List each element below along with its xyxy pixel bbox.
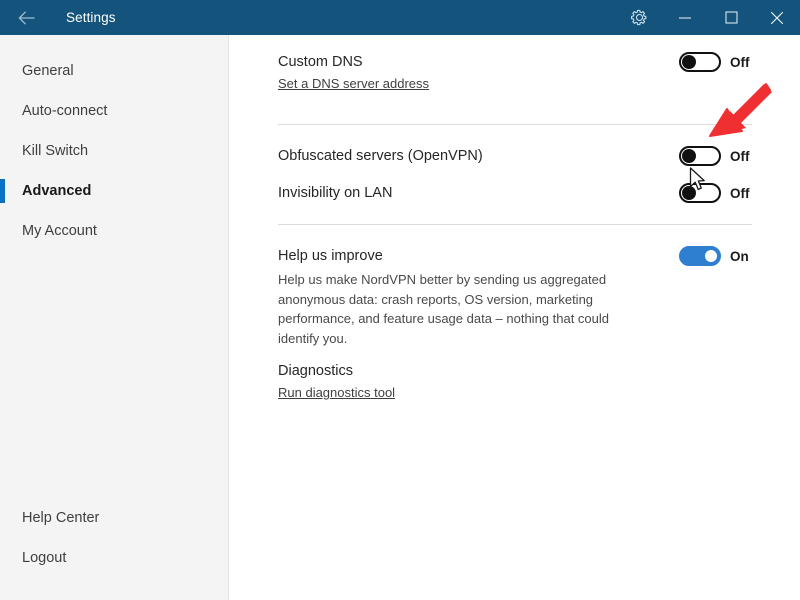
toggle-knob (682, 186, 696, 200)
obfuscated-servers-toggle[interactable]: Off (679, 146, 752, 166)
setting-row-obfuscated-servers: Obfuscated servers (OpenVPN) Off (278, 146, 752, 166)
sidebar-item-general[interactable]: General (0, 51, 229, 91)
diagnostics-title: Diagnostics (278, 363, 353, 379)
sidebar-nav-list: General Auto-connect Kill Switch Advance… (0, 51, 229, 251)
obfuscated-servers-title: Obfuscated servers (OpenVPN) (278, 148, 483, 164)
settings-gear-button[interactable] (616, 0, 662, 35)
custom-dns-title: Custom DNS (278, 54, 363, 70)
gear-icon (630, 8, 649, 27)
sidebar-item-label: Auto-connect (22, 103, 108, 119)
setting-row-diagnostics: Diagnostics Run diagnostics tool (278, 361, 752, 402)
setting-row-invisibility-on-lan: Invisibility on LAN Off (278, 183, 752, 203)
setting-row-custom-dns: Custom DNS Set a DNS server address Off (278, 52, 752, 93)
help-us-improve-switch[interactable] (679, 246, 721, 266)
invisibility-on-lan-state: Off (730, 185, 750, 201)
obfuscated-servers-switch[interactable] (679, 146, 721, 166)
invisibility-on-lan-text: Invisibility on LAN (278, 183, 392, 203)
custom-dns-switch[interactable] (679, 52, 721, 72)
custom-dns-state: Off (730, 54, 750, 70)
toggle-knob (682, 149, 696, 163)
invisibility-on-lan-toggle[interactable]: Off (679, 183, 752, 203)
obfuscated-servers-state: Off (730, 148, 750, 164)
title-bar: Settings (0, 0, 800, 35)
invisibility-on-lan-switch[interactable] (679, 183, 721, 203)
sidebar-item-kill-switch[interactable]: Kill Switch (0, 131, 229, 171)
custom-dns-toggle[interactable]: Off (679, 52, 752, 72)
sidebar-footer-label: Logout (22, 550, 67, 566)
sidebar-footer: Help Center Logout (0, 498, 229, 578)
toggle-knob (705, 250, 717, 262)
sidebar-footer-label: Help Center (22, 510, 100, 526)
obfuscated-servers-text: Obfuscated servers (OpenVPN) (278, 146, 483, 166)
sidebar-item-label: Advanced (22, 183, 92, 199)
back-button[interactable] (10, 0, 44, 35)
help-us-improve-state: On (730, 248, 749, 264)
help-us-improve-toggle[interactable]: On (679, 246, 752, 266)
maximize-button[interactable] (708, 0, 754, 35)
minimize-icon (678, 11, 692, 25)
sidebar: General Auto-connect Kill Switch Advance… (0, 35, 229, 600)
maximize-icon (724, 11, 738, 24)
help-us-improve-title: Help us improve (278, 248, 383, 264)
sidebar-item-advanced[interactable]: Advanced (0, 171, 229, 211)
back-arrow-icon (18, 11, 36, 25)
window-title: Settings (66, 10, 116, 25)
run-diagnostics-tool-link[interactable]: Run diagnostics tool (278, 385, 395, 400)
setting-row-help-us-improve: Help us improve Help us make NordVPN bet… (278, 246, 752, 348)
diagnostics-text: Diagnostics Run diagnostics tool (278, 361, 395, 402)
help-us-improve-description: Help us make NordVPN better by sending u… (278, 272, 610, 346)
sidebar-item-my-account[interactable]: My Account (0, 211, 229, 251)
settings-content: Custom DNS Set a DNS server address Off … (230, 35, 800, 600)
sidebar-item-label: Kill Switch (22, 143, 89, 159)
sidebar-item-label: My Account (22, 223, 97, 239)
close-icon (770, 11, 784, 25)
sidebar-item-help-center[interactable]: Help Center (0, 498, 229, 538)
sidebar-item-logout[interactable]: Logout (0, 538, 229, 578)
settings-window: Settings General Auto-connect Kill Switc… (0, 0, 800, 600)
help-us-improve-text: Help us improve Help us make NordVPN bet… (278, 246, 650, 348)
toggle-knob (682, 55, 696, 69)
custom-dns-text: Custom DNS Set a DNS server address (278, 52, 429, 93)
divider-2 (278, 224, 752, 225)
sidebar-item-label: General (22, 63, 74, 79)
close-button[interactable] (754, 0, 800, 35)
minimize-button[interactable] (662, 0, 708, 35)
set-dns-server-address-link[interactable]: Set a DNS server address (278, 76, 429, 91)
divider-1 (278, 124, 752, 125)
sidebar-item-auto-connect[interactable]: Auto-connect (0, 91, 229, 131)
invisibility-on-lan-title: Invisibility on LAN (278, 185, 393, 201)
